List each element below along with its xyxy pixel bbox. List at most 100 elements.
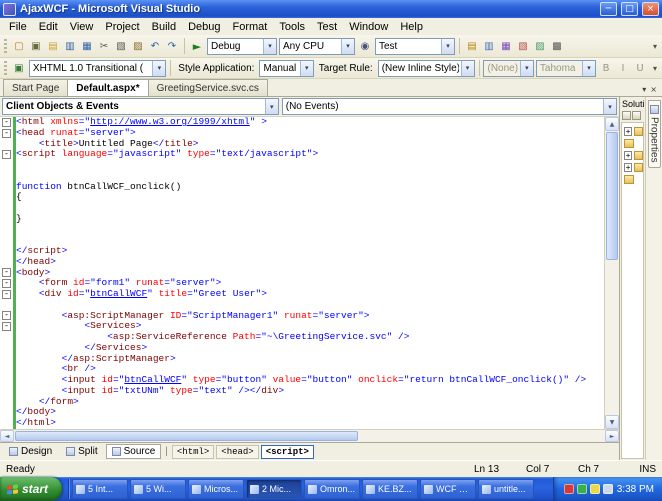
collapse-box-icon[interactable]: - [2,322,11,332]
code-line[interactable]: - <body> [0,267,604,279]
save-icon[interactable]: ▥ [62,38,78,54]
code-line[interactable]: </Services> [0,342,604,354]
code-line[interactable]: function btnCallWCF_onclick() [0,181,604,193]
minimize-button[interactable]: ─ [600,2,617,16]
tag-chip[interactable]: <head> [216,444,259,459]
scroll-down-icon[interactable]: ▼ [605,415,619,429]
horizontal-scroll-track[interactable] [14,430,605,442]
horizontal-scrollbar[interactable]: ◄ ► [0,429,619,442]
menu-test[interactable]: Test [311,20,343,34]
tray-update-icon[interactable] [589,484,600,494]
format-selection-icon[interactable]: ▣ [11,60,27,76]
taskbar-button[interactable]: Micros... [188,479,245,499]
fold-collapse-margin[interactable]: - [0,128,13,139]
properties-mini-icon[interactable] [622,111,631,120]
platform-combo[interactable]: Any CPU ▾ [279,37,355,55]
find-in-files-icon[interactable]: ◉ [357,38,373,54]
menu-build[interactable]: Build [146,20,182,34]
toolbar-grip[interactable] [4,39,7,53]
target-rule-combo[interactable]: (New Inline Style) ▾ [377,59,475,77]
tab-default-aspx-[interactable]: Default.aspx* [67,79,149,96]
chevron-down-icon[interactable]: ▾ [264,99,278,114]
taskbar-button[interactable]: Omron... [304,479,361,499]
tree-expander-icon[interactable]: + [624,162,633,172]
taskbar-button[interactable]: 2 Mic... [246,479,303,499]
new-website-icon[interactable]: ▢ [11,38,27,54]
menu-help[interactable]: Help [394,20,429,34]
taskbar-clock[interactable]: 3:38 PM [617,484,654,495]
code-line[interactable]: - <Services> [0,321,604,332]
menu-window[interactable]: Window [343,20,394,34]
collapse-box-icon[interactable]: - [2,268,11,278]
collapse-box-icon[interactable]: - [2,289,11,299]
italic-icon[interactable]: I [615,60,631,76]
client-objects-combo[interactable]: Client Objects & Events ▾ [2,98,279,115]
chevron-down-icon[interactable]: ▾ [152,60,166,76]
code-line[interactable]: <input id="txtUNm" type="text" /></div> [0,385,604,397]
code-line[interactable]: </head> [0,256,604,268]
object-browser-icon[interactable]: ▦ [498,38,514,54]
font-name-combo[interactable]: Tahoma ▾ [535,59,596,77]
code-line[interactable]: </asp:ScriptManager> [0,353,604,365]
source-view-button[interactable]: Source [105,444,162,459]
fold-collapse-margin[interactable]: - [0,321,13,332]
code-line[interactable] [0,160,604,171]
scroll-up-icon[interactable]: ▲ [605,117,619,131]
tree-expander-icon[interactable]: + [624,126,633,136]
tray-shield-icon[interactable] [563,484,574,494]
vertical-scrollbar[interactable]: ▲ ▼ [604,117,619,429]
menu-tools[interactable]: Tools [273,20,311,34]
solution-explorer-panel[interactable]: Soluti + + + [619,97,645,460]
fold-collapse-margin[interactable]: - [0,278,13,289]
underline-icon[interactable]: U [632,60,648,76]
code-line[interactable] [0,235,604,246]
solution-tree[interactable]: + + + [621,122,644,459]
menu-file[interactable]: File [3,20,33,34]
taskbar-button[interactable]: WCF S... [420,479,477,499]
tree-row[interactable]: + [622,161,643,173]
refresh-mini-icon[interactable] [632,111,641,120]
tab-start-page[interactable]: Start Page [3,79,69,96]
taskbar-button[interactable]: KE.BZ... [362,479,419,499]
code-line[interactable] [0,203,604,214]
toolbar-overflow-icon[interactable]: ▾ [650,64,660,73]
tree-row[interactable] [622,173,643,185]
close-document-icon[interactable]: × [650,85,657,94]
solution-explorer-icon[interactable]: ▤ [464,38,480,54]
code-line[interactable]: } [0,213,604,225]
collapse-box-icon[interactable]: - [2,311,11,321]
code-line[interactable]: <title>Untitled Page</title> [0,138,604,150]
vertical-scroll-track[interactable] [605,131,619,415]
tray-network-icon[interactable] [576,484,587,494]
code-line[interactable]: </script> [0,246,604,257]
active-files-dropdown-icon[interactable]: ▾ [642,85,646,94]
maximize-button[interactable]: □ [621,2,638,16]
error-list-icon[interactable]: ▨ [532,38,548,54]
toolbox-icon[interactable]: ▧ [515,38,531,54]
properties-window-icon[interactable]: ▥ [481,38,497,54]
taskbar-button[interactable]: untitle... [478,479,535,499]
command-window-icon[interactable]: ▩ [549,38,565,54]
style-application-combo[interactable]: Manual ▾ [259,59,314,77]
code-line[interactable]: </form> [0,396,604,408]
horizontal-scroll-thumb[interactable] [15,431,358,441]
fold-collapse-margin[interactable]: - [0,117,13,128]
save-all-icon[interactable]: ▦ [79,38,95,54]
menu-view[interactable]: View [64,20,100,34]
tag-chip[interactable]: <html> [171,444,215,459]
events-combo[interactable]: (No Events) ▾ [281,98,617,115]
tree-expander-icon[interactable]: + [624,150,633,160]
start-button[interactable]: start [0,477,63,501]
bold-icon[interactable]: B [598,60,614,76]
redo-icon[interactable]: ↷ [164,38,180,54]
code-line[interactable] [0,299,604,311]
tree-row[interactable] [622,137,643,149]
collapse-box-icon[interactable]: - [2,117,11,127]
fold-collapse-margin[interactable]: - [0,149,13,160]
menu-format[interactable]: Format [227,20,274,34]
taskbar-button[interactable]: 5 Int... [72,479,129,499]
properties-autohide-tab[interactable]: Properties [647,100,661,168]
code-line[interactable]: <br /> [0,364,604,375]
code-line[interactable]: </html> [0,418,604,429]
menu-project[interactable]: Project [99,20,145,34]
